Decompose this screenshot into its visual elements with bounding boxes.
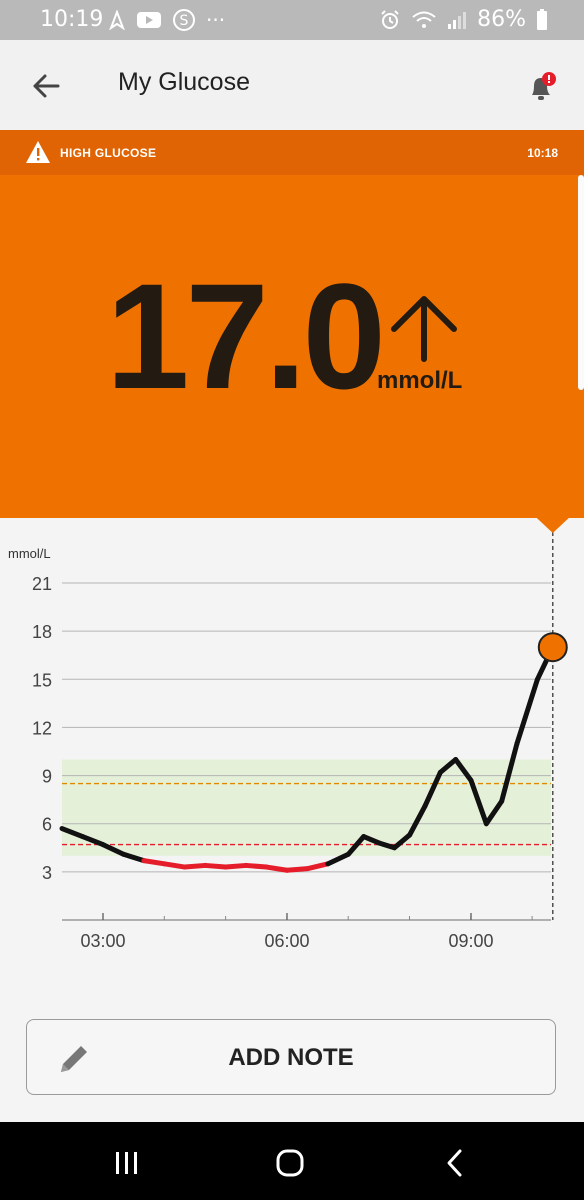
app-bar: My Glucose (0, 40, 584, 130)
y-tick-label: 18 (32, 622, 52, 642)
navigation-icon (109, 10, 125, 30)
y-axis-label: mmol/L (8, 546, 51, 561)
home-icon[interactable] (273, 1146, 307, 1180)
notification-bell-icon[interactable] (526, 70, 558, 104)
trend-arrow-up-icon (391, 296, 457, 362)
glucose-value: 17.0 (106, 252, 386, 420)
status-time: 10:19 (40, 7, 104, 32)
status-bar: 10:19 S ··· 86% (0, 0, 584, 40)
back-arrow-icon[interactable] (28, 68, 64, 104)
glucose-trace-segment (514, 676, 540, 746)
shazam-icon: S (173, 9, 195, 31)
low-glucose-segment (223, 862, 249, 870)
glucose-unit: mmol/L (377, 367, 463, 394)
low-glucose-segment (202, 862, 229, 870)
signal-icon (448, 11, 467, 29)
x-tick-label: 03:00 (80, 931, 125, 951)
low-glucose-segment (284, 866, 310, 873)
glucose-chart: mmol/L 21 18 15 12 9 6 3 03:00 06:00 09:00 (0, 518, 584, 988)
y-tick-label: 6 (42, 815, 52, 835)
low-glucose-segment (182, 862, 208, 870)
current-pointer-icon (536, 518, 569, 533)
glucose-reading-panel: 17.0 mmol/L (0, 175, 584, 518)
youtube-icon (137, 12, 161, 28)
alert-time: 10:18 (527, 146, 558, 160)
svg-text:S: S (180, 13, 189, 29)
alert-label: HIGH GLUCOSE (60, 146, 157, 160)
recent-apps-icon[interactable] (110, 1146, 144, 1180)
system-nav-bar (0, 1122, 584, 1200)
alarm-icon (381, 9, 399, 29)
scrollbar[interactable] (578, 175, 584, 390)
page-title: My Glucose (118, 68, 250, 96)
battery-percent: 86% (477, 7, 526, 32)
y-tick-label: 3 (42, 863, 52, 883)
wifi-icon (412, 11, 436, 28)
add-note-label: ADD NOTE (228, 1044, 354, 1071)
low-glucose-segment (141, 858, 167, 867)
high-glucose-alert-bar: HIGH GLUCOSE 10:18 (0, 130, 584, 175)
low-glucose-segment (304, 861, 331, 872)
x-tick-label: 06:00 (264, 931, 309, 951)
back-nav-icon[interactable] (438, 1146, 472, 1180)
battery-icon (537, 8, 547, 30)
current-reading-dot (537, 632, 568, 663)
y-tick-label: 12 (32, 718, 52, 738)
x-tick-label: 09:00 (448, 931, 493, 951)
target-range-band (62, 759, 551, 856)
low-glucose-segment (161, 861, 188, 870)
y-tick-label: 9 (42, 767, 52, 787)
low-glucose-segment (243, 862, 270, 870)
add-note-button[interactable]: ADD NOTE (26, 1019, 556, 1095)
glucose-chart-svg: mmol/L 21 18 15 12 9 6 3 03:00 06:00 09:00 (8, 518, 569, 951)
y-tick-label: 21 (32, 574, 52, 594)
warning-icon (26, 141, 50, 163)
y-tick-label: 15 (32, 670, 52, 690)
more-notifications-icon: ··· (206, 8, 226, 32)
low-glucose-segment (264, 864, 290, 873)
